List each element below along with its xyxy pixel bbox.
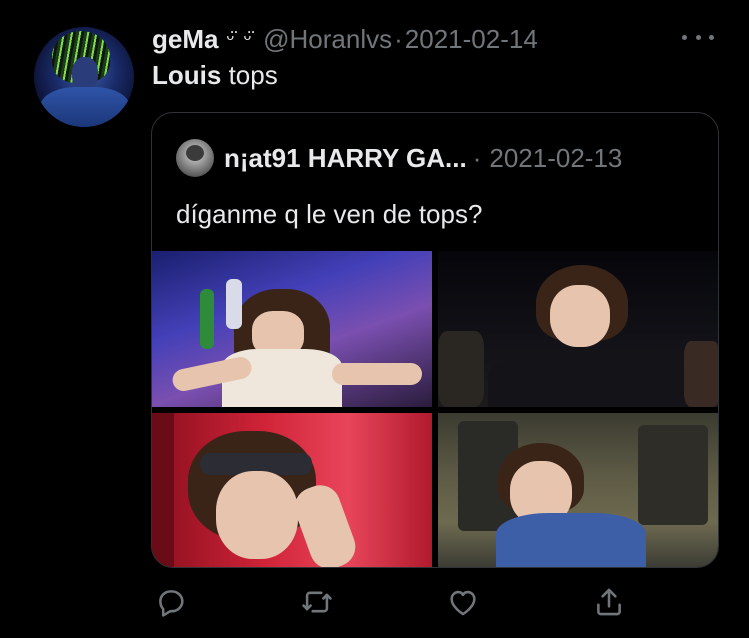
photo-grid xyxy=(152,251,718,567)
more-icon-dot xyxy=(695,34,701,40)
reply-icon xyxy=(159,590,184,617)
share-button[interactable] xyxy=(592,585,626,619)
photo-4[interactable] xyxy=(438,413,718,567)
tweet-text-name: Louis xyxy=(152,60,222,90)
retweet-button[interactable] xyxy=(300,585,334,619)
tweet-text: Louis tops xyxy=(152,60,278,91)
reply-button[interactable] xyxy=(154,585,188,619)
tweet-header: geMa ᵕ̈ ᵕ̈ @Horanlvs · 2021-02-14 xyxy=(152,22,538,56)
author-name[interactable]: geMa xyxy=(152,24,218,55)
quoted-tweet-text: díganme q le ven de tops? xyxy=(176,199,483,229)
quoted-tweet[interactable]: n¡at91 HARRY GA... · 2021-02-13 díganme … xyxy=(151,112,719,568)
quoted-tweet-header: n¡at91 HARRY GA... · 2021-02-13 xyxy=(176,138,622,178)
retweet-icon xyxy=(302,591,332,613)
author-avatar[interactable] xyxy=(34,27,134,127)
more-icon xyxy=(682,34,687,40)
tweet[interactable]: geMa ᵕ̈ ᵕ̈ @Horanlvs · 2021-02-14 Louis … xyxy=(0,0,749,638)
share-icon xyxy=(597,588,621,616)
author-handle[interactable]: @Horanlvs xyxy=(263,24,392,55)
avatar-body xyxy=(40,87,130,127)
like-button[interactable] xyxy=(446,585,480,619)
tweet-text-rest: tops xyxy=(221,60,278,90)
tweet-date[interactable]: 2021-02-14 xyxy=(405,24,538,55)
more-icon-dot xyxy=(709,34,714,40)
quoted-author-name: n¡at91 HARRY GA... xyxy=(224,142,467,173)
quoted-tweet-date: 2021-02-13 xyxy=(489,142,623,173)
like-icon xyxy=(450,590,476,616)
meta-separator: · xyxy=(394,23,403,54)
avatar-face xyxy=(72,57,98,91)
quoted-meta-separator: · xyxy=(472,142,482,173)
quoted-author-avatar xyxy=(176,139,214,177)
author-emoji: ᵕ̈ ᵕ̈ xyxy=(226,27,254,50)
photo-3[interactable] xyxy=(152,413,432,567)
tweet-actions xyxy=(0,585,749,619)
photo-1[interactable] xyxy=(152,251,432,407)
photo-2[interactable] xyxy=(438,251,718,407)
more-options-button[interactable] xyxy=(682,27,714,47)
